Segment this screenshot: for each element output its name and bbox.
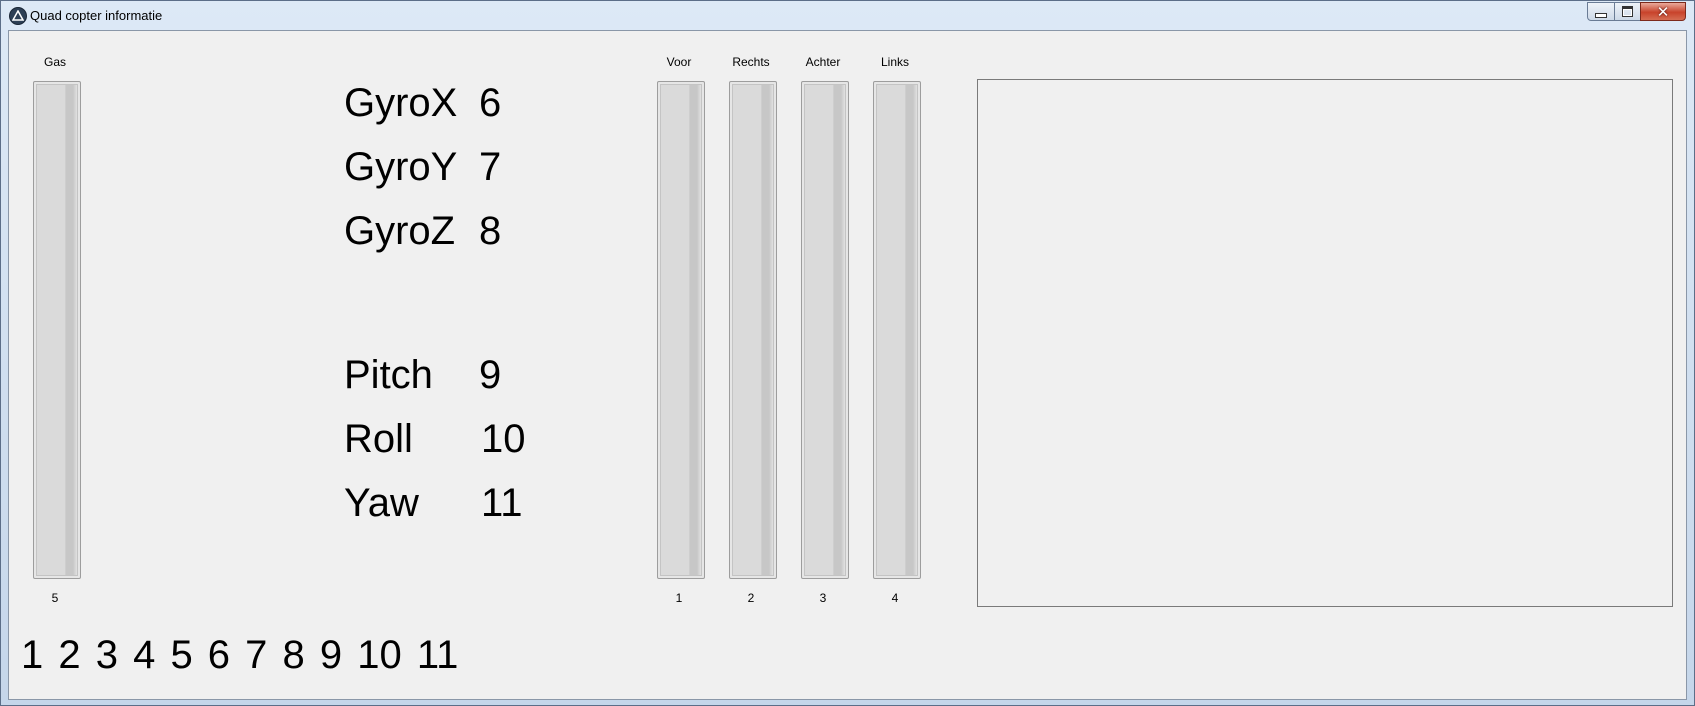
- gyrox-label: GyroX: [344, 81, 458, 125]
- roll-label: Roll: [344, 417, 413, 461]
- gyroz-label: GyroZ: [344, 209, 456, 253]
- minimize-icon: [1595, 13, 1607, 18]
- minimize-button[interactable]: [1587, 2, 1615, 21]
- pitch-label: Pitch: [344, 353, 433, 397]
- main-window: Quad copter informatie ✕ Gas 5 GyroX 6 G…: [0, 0, 1695, 706]
- maximize-button[interactable]: [1614, 2, 1641, 21]
- yaw-value: 11: [481, 481, 523, 525]
- motor-links-value: 4: [891, 591, 899, 605]
- gyroz-value: 8: [479, 209, 502, 253]
- app-icon[interactable]: [9, 7, 27, 25]
- motor-links-label: Links: [880, 55, 909, 69]
- gas-label: Gas: [43, 55, 66, 69]
- motor-achter-value: 3: [819, 591, 827, 605]
- motor-rechts-value: 2: [747, 591, 755, 605]
- pitch-value: 9: [479, 353, 502, 397]
- gas-value: 5: [51, 591, 59, 605]
- gyrox-value: 6: [479, 81, 502, 125]
- motor-rechts-label: Rechts: [732, 55, 770, 69]
- gyroy-value: 7: [479, 145, 502, 189]
- gyroy-label: GyroY: [344, 145, 458, 189]
- motor-achter-label: Achter: [805, 55, 841, 69]
- motor-voor-progress-bar: [657, 81, 705, 579]
- motor-rechts-progress-bar: [729, 81, 777, 579]
- title-bar[interactable]: Quad copter informatie ✕: [1, 1, 1694, 31]
- gas-progress-bar: [33, 81, 81, 579]
- close-icon: ✕: [1656, 2, 1670, 21]
- display-panel: [977, 79, 1673, 607]
- window-title: Quad copter informatie: [30, 8, 163, 23]
- yaw-label: Yaw: [344, 481, 419, 525]
- motor-links-progress-bar: [873, 81, 921, 579]
- maximize-icon: [1622, 6, 1633, 17]
- motor-voor-value: 1: [675, 591, 683, 605]
- number-sequence: 1 2 3 4 5 6 7 8 9 10 11: [21, 633, 459, 677]
- close-button[interactable]: ✕: [1640, 2, 1686, 21]
- motor-achter-progress-bar: [801, 81, 849, 579]
- motor-voor-label: Voor: [666, 55, 692, 69]
- roll-value: 10: [481, 417, 526, 461]
